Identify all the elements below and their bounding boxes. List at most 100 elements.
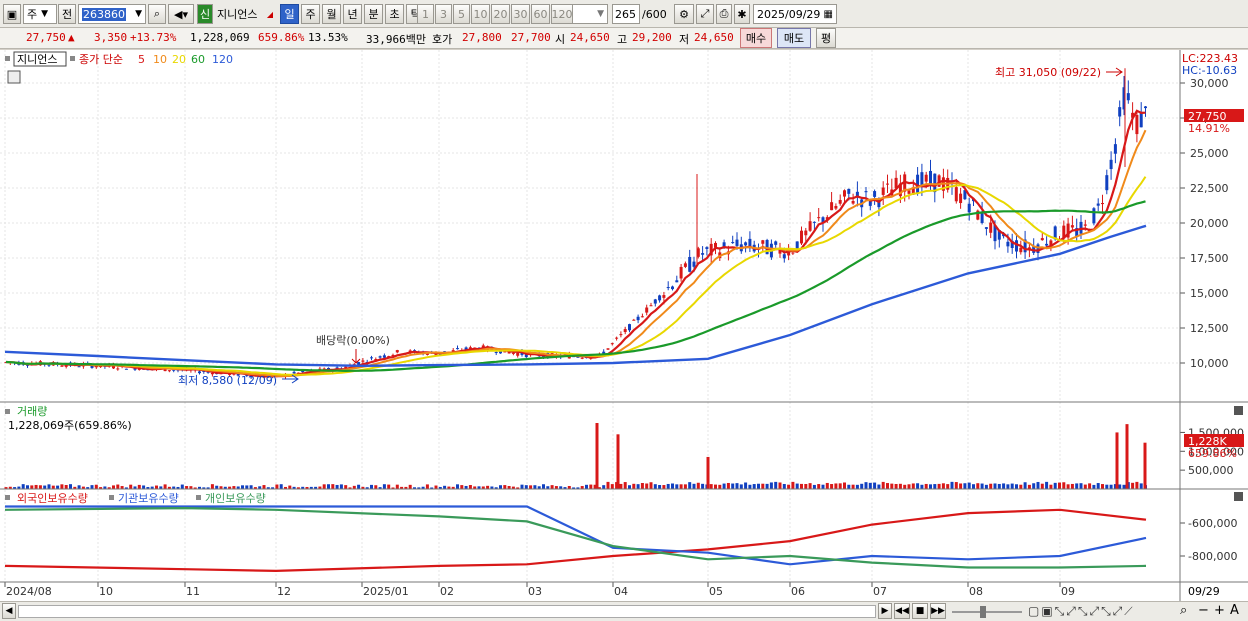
interval-tab-7[interactable]: 120 (551, 4, 573, 24)
candle-body (791, 252, 795, 254)
volume-bar (997, 483, 1001, 489)
volume-bar (602, 485, 606, 489)
volume-bar (726, 482, 730, 489)
candle-body (1083, 224, 1087, 226)
volume-bar (499, 485, 502, 489)
moving-average-lines (4, 109, 1147, 378)
candle-body (606, 348, 610, 350)
chart-svg[interactable]: 10,000 12,500 15,000 17,500 20,000 22,500 25,0… (0, 50, 1248, 602)
volume-bar (387, 484, 391, 489)
period-tab-5[interactable]: 초 (385, 4, 404, 24)
period-tab-4[interactable]: 분 (364, 4, 383, 24)
candle-body (989, 222, 993, 233)
period-tab-1[interactable]: 주 (301, 4, 320, 24)
period-tab-2[interactable]: 월 (322, 4, 341, 24)
rewind-icon[interactable]: ◀◀ (894, 603, 910, 619)
stock-code-input[interactable]: 263860 ▼ (78, 4, 146, 24)
close-icon[interactable] (1234, 492, 1243, 501)
market-type-select[interactable]: 주 ▼ (23, 4, 57, 24)
scroll-track[interactable] (18, 605, 876, 618)
volume-bar (1036, 481, 1040, 489)
interval-tab-3[interactable]: 10 (471, 4, 490, 24)
volume-bar (1118, 484, 1122, 489)
bottom-scrollbar[interactable]: ◀ ▶ ◀◀ ■ ▶▶ ▢▣⤡⤢⤡⤢⤡⤢⟋ ⌕ − + A (0, 601, 1248, 621)
volume-bar (847, 484, 851, 489)
print-icon[interactable]: ⎙ (716, 4, 732, 24)
volume-bar (344, 485, 348, 489)
scroll-right-icon[interactable]: ▶ (878, 603, 892, 619)
candle-body (116, 368, 120, 370)
legend-type: 종가 단순 (79, 53, 123, 66)
zoom-slider[interactable] (952, 611, 1022, 613)
volume-bar (1023, 482, 1027, 489)
scroll-left-icon[interactable]: ◀ (2, 603, 16, 619)
legend-marker (5, 56, 10, 61)
interval-tab-1[interactable]: 3 (435, 4, 452, 24)
search-icon[interactable]: ⌕ (148, 4, 166, 24)
speaker-icon[interactable]: ◀▾ (168, 4, 194, 24)
volume-bar (804, 483, 808, 489)
volume-bar (112, 485, 115, 489)
minus-icon[interactable]: − (1198, 603, 1209, 618)
time-tick-label: 03 (528, 585, 542, 598)
drawing-tools-icons[interactable]: ▢▣⤡⤢⤡⤢⤡⤢⟋ (1028, 604, 1135, 619)
chart-area[interactable]: 10,000 12,500 15,000 17,500 20,000 22,500 25,0… (0, 50, 1248, 602)
legend-marker (70, 56, 75, 61)
candle-body (370, 357, 373, 359)
zoom-out-icon[interactable]: ⌕ (1180, 603, 1187, 618)
time-tick-label: 12 (277, 585, 291, 598)
volume-tick-label: 500,000 (1188, 464, 1234, 477)
period-tab-0[interactable]: 일 (280, 4, 299, 24)
chart-type-icon[interactable]: ⚙ (674, 4, 694, 24)
stop-icon[interactable]: ■ (912, 603, 928, 619)
layout-icon[interactable]: ▣ (3, 4, 21, 24)
draw-tool-icon[interactable]: ⤢ (696, 4, 714, 24)
period-tab-3[interactable]: 년 (343, 4, 362, 24)
volume-bar (967, 482, 971, 489)
candle-body (632, 319, 636, 321)
prev-button[interactable]: 전 (58, 4, 76, 24)
interval-tab-2[interactable]: 5 (453, 4, 470, 24)
settings-icon[interactable]: ✱ (734, 4, 750, 24)
legend-stock-name: 지니언스 (17, 53, 57, 66)
volume-bar (898, 483, 902, 489)
extra-button[interactable]: 평 (816, 28, 836, 48)
volume-ratio: 659.86% (258, 31, 305, 44)
zoom-slider-handle[interactable] (980, 606, 986, 618)
hoga-label: 호가 (432, 33, 453, 46)
volume-bar (903, 484, 907, 489)
interval-tab-6[interactable]: 60 (531, 4, 550, 24)
plus-icon[interactable]: + (1214, 603, 1225, 618)
time-tick-label: 09 (1061, 585, 1075, 598)
buy-button[interactable]: 매수 (740, 28, 772, 48)
close-icon[interactable] (1234, 406, 1243, 415)
candle-body (636, 316, 640, 321)
volume-bar (142, 485, 146, 489)
fast-forward-icon[interactable]: ▶▶ (930, 603, 946, 619)
interval-tab-0[interactable]: 1 (417, 4, 434, 24)
candle-body (774, 241, 778, 245)
volume-spike (1125, 424, 1129, 489)
count-input[interactable]: 265 (612, 4, 640, 24)
interval-tab-4[interactable]: 20 (491, 4, 510, 24)
volume-bar (1049, 484, 1053, 489)
max-arrow-icon (1106, 67, 1123, 77)
table-toggle-icon[interactable] (7, 70, 21, 84)
candle-body (701, 253, 705, 255)
candle-body (800, 230, 803, 244)
candle-body (744, 242, 748, 246)
volume-bar (873, 482, 877, 489)
last-price-pct: 14.91% (1188, 122, 1230, 135)
volume-bar (327, 484, 330, 489)
volume-bar (60, 484, 64, 489)
volume-bar (636, 484, 640, 489)
volume-bar (946, 484, 950, 489)
font-size-icon[interactable]: A (1230, 603, 1239, 618)
interval-tab-5[interactable]: 30 (511, 4, 530, 24)
volume-bar (529, 485, 533, 489)
custom-interval-select[interactable]: ▼ (572, 4, 608, 24)
low-label: 저 (679, 33, 690, 46)
sell-button[interactable]: 매도 (777, 28, 811, 48)
date-input[interactable]: 2025/09/29 ▦ (753, 4, 837, 24)
candle-body (692, 261, 696, 267)
